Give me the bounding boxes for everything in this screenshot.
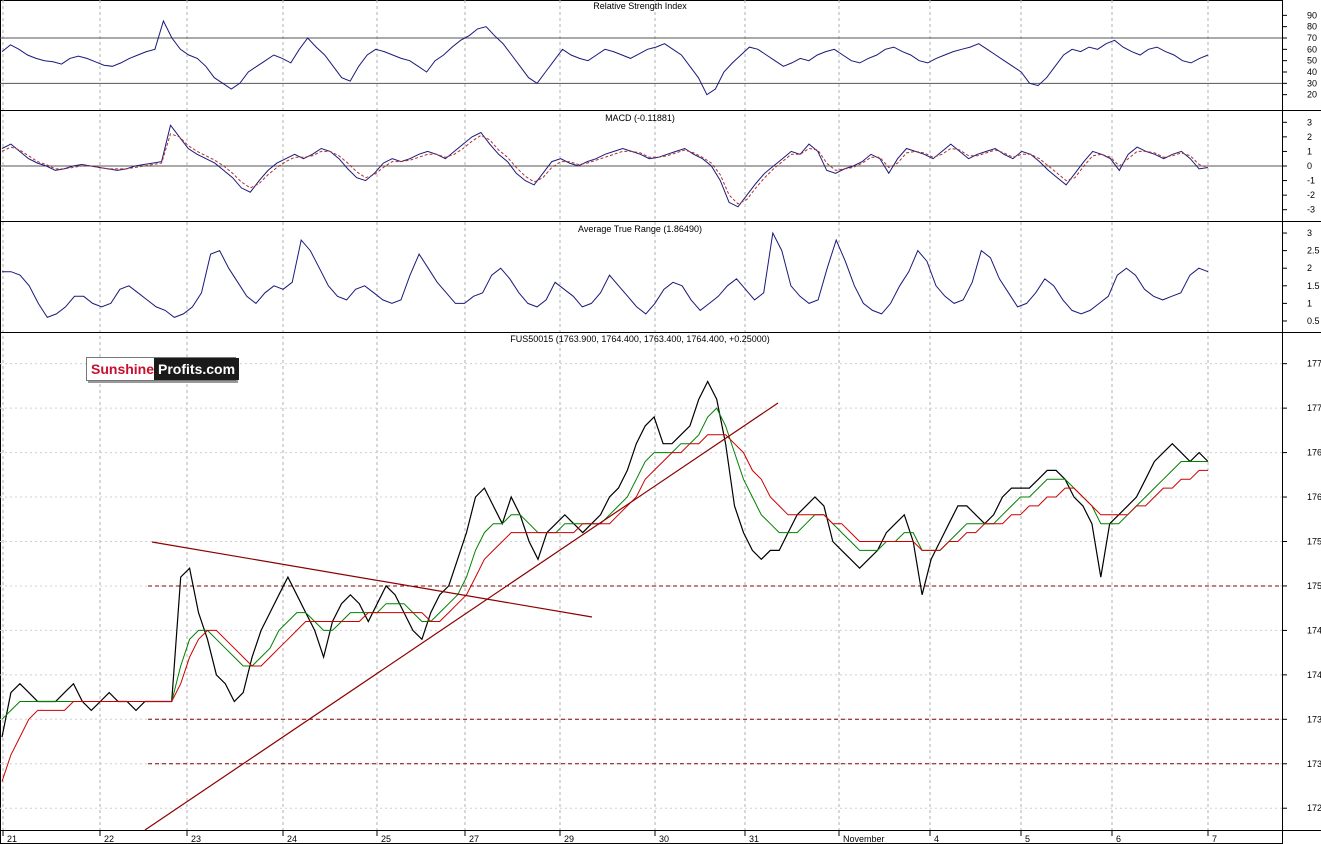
panel-title: Relative Strength Index [593, 1, 687, 11]
x-tick-label: 27 [469, 834, 479, 844]
y-tick-label: -2 [1307, 190, 1315, 200]
y-tick-label: 40 [1307, 67, 1317, 77]
y-tick-label: 1730 [1307, 759, 1321, 769]
logo-part-1: Sunshine [91, 361, 155, 377]
series-line [1, 380, 1209, 738]
logo-part-2: Profits.com [154, 358, 240, 380]
y-tick-label: 1775 [1307, 359, 1321, 369]
y-tick-label: -1 [1307, 176, 1315, 186]
y-tick-label: 90 [1307, 10, 1317, 20]
series-line [1, 407, 1208, 720]
y-tick-label: 1740 [1307, 670, 1321, 680]
y-tick-label: 0 [1307, 161, 1312, 171]
x-tick-label: 7 [1212, 834, 1217, 844]
y-tick-label: 70 [1307, 33, 1317, 43]
series-line [1, 133, 1209, 205]
y-tick-label: 0.5 [1307, 316, 1320, 326]
y-tick-label: 1735 [1307, 714, 1321, 724]
series-line [2, 231, 1209, 319]
panel-title: MACD (-0.11881) [605, 113, 675, 123]
y-tick-label: 50 [1307, 56, 1317, 66]
y-tick-label: 2 [1307, 132, 1312, 142]
x-tick-label: 31 [749, 834, 759, 844]
x-tick-label: 23 [191, 834, 201, 844]
y-tick-label: 1765 [1307, 448, 1321, 458]
y-tick-label: 3 [1307, 117, 1312, 127]
series-line [1, 434, 1208, 782]
y-tick-label: 3 [1307, 228, 1312, 238]
chart-frame [0, 0, 1283, 844]
y-tick-label: 1725 [1307, 803, 1321, 813]
x-tick-label: 5 [1025, 834, 1030, 844]
y-tick-label: 1 [1307, 298, 1312, 308]
x-tick-label: 24 [287, 834, 297, 844]
x-tick-label: 6 [1116, 834, 1121, 844]
panel-title: Average True Range (1.86490) [578, 224, 702, 234]
y-tick-label: 60 [1307, 44, 1317, 54]
x-tick-label: 21 [7, 834, 17, 844]
y-tick-label: 1745 [1307, 625, 1321, 635]
x-tick-label: November [843, 834, 885, 844]
resistance-trendline [151, 541, 593, 618]
chart-root: Relative Strength Index9080706050403020M… [0, 0, 1321, 844]
x-tick-label: 30 [659, 834, 669, 844]
panel-title: FUS50015 (1763.900, 1764.400, 1763.400, … [510, 334, 769, 344]
x-tick-label: 25 [381, 834, 391, 844]
support-trendline [144, 402, 779, 831]
sunshineprofits-logo: Sunshine Profits.com [86, 357, 240, 381]
y-tick-label: 2.5 [1307, 246, 1320, 256]
y-tick-label: 1 [1307, 146, 1312, 156]
y-tick-label: 1760 [1307, 492, 1321, 502]
y-tick-label: 1770 [1307, 403, 1321, 413]
y-tick-label: -3 [1307, 205, 1315, 215]
y-tick-label: 20 [1307, 90, 1317, 100]
y-tick-label: 2 [1307, 263, 1312, 273]
y-tick-label: 1755 [1307, 536, 1321, 546]
x-tick-label: 22 [104, 834, 114, 844]
y-tick-label: 30 [1307, 78, 1317, 88]
x-tick-label: 4 [934, 834, 939, 844]
x-tick-label: 29 [564, 834, 574, 844]
y-tick-label: 1750 [1307, 581, 1321, 591]
y-tick-label: 80 [1307, 22, 1317, 32]
y-tick-label: 1.5 [1307, 281, 1320, 291]
